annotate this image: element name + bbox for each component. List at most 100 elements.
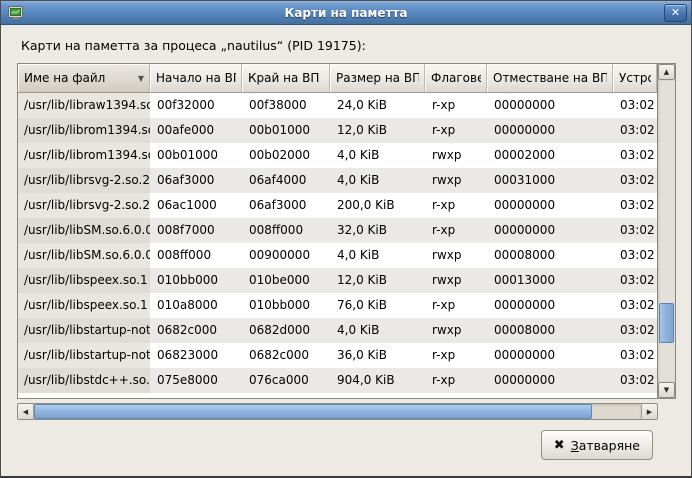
table-row[interactable]: /usr/lib/librom1394.so00b0100000b020004,… [18, 143, 657, 168]
table-cell: /usr/lib/librom1394.so [18, 143, 150, 168]
table-cell: 010be000 [242, 268, 330, 293]
table-cell: /usr/lib/libstdc++.so.6 [18, 368, 150, 393]
table-cell: r-xp [425, 218, 487, 243]
table-row[interactable]: /usr/lib/libstdc++.so.6075e8000076ca0009… [18, 368, 657, 393]
table-cell: 010a8000 [150, 293, 242, 318]
table-row[interactable]: /usr/lib/libspeex.so.1010bb000010be00012… [18, 268, 657, 293]
column-header-label: Флагове [431, 71, 481, 85]
table-cell: /usr/lib/libSM.so.6.0.0 [18, 218, 150, 243]
scroll-right-button[interactable]: ▶ [641, 404, 657, 419]
column-header-label: Край на ВП [248, 71, 324, 85]
table-cell: 36,0 KiB [330, 343, 425, 368]
table-cell: 00000000 [487, 93, 613, 118]
table-row[interactable]: /usr/lib/libSM.so.6.0.0008ff000009000004… [18, 243, 657, 268]
table-cell: /usr/lib/librom1394.so [18, 118, 150, 143]
table-cell: 03:02 [613, 93, 657, 118]
window-close-button[interactable]: ✕ [664, 4, 687, 22]
table-cell: 00000000 [487, 218, 613, 243]
table-cell: 00008000 [487, 243, 613, 268]
table-cell: rwxp [425, 318, 487, 343]
table-row[interactable]: /usr/lib/libstartup-not068230000682c0003… [18, 343, 657, 368]
scroll-up-button[interactable]: ▲ [658, 64, 675, 80]
table-cell: 4,0 KiB [330, 143, 425, 168]
close-icon: ✕ [671, 6, 680, 19]
table-row[interactable]: /usr/lib/libspeex.so.1010a8000010bb00076… [18, 293, 657, 318]
table-cell: 12,0 KiB [330, 268, 425, 293]
column-header-5[interactable]: Отместване на ВП [487, 64, 613, 93]
table-cell: r-xp [425, 368, 487, 393]
table-cell: /usr/lib/librsvg-2.so.2 [18, 168, 150, 193]
table-cell: 00000000 [487, 368, 613, 393]
column-header-label: Начало на ВП [156, 71, 236, 85]
table-cell: r-xp [425, 293, 487, 318]
table-cell: 00002000 [487, 143, 613, 168]
table-cell: 06ac1000 [150, 193, 242, 218]
table-cell: rwxp [425, 143, 487, 168]
window-title: Карти на паметта [1, 6, 691, 20]
memory-maps-table: Име на файл ▼ Начало на ВП Край на ВП Размер… [17, 63, 676, 399]
table-cell: 06823000 [150, 343, 242, 368]
vertical-scroll-track[interactable] [658, 80, 675, 382]
titlebar[interactable]: Карти на паметта ✕ [1, 1, 691, 25]
table-row[interactable]: /usr/lib/librom1394.so00afe00000b0100012… [18, 118, 657, 143]
memory-maps-treeview: Име на файл ▼ Начало на ВП Край на ВП Размер… [18, 64, 657, 398]
vertical-scrollbar[interactable]: ▲ ▼ [657, 64, 675, 398]
table-cell: /usr/lib/libspeex.so.1 [18, 268, 150, 293]
table-cell: /usr/lib/libSM.so.6.0.0 [18, 243, 150, 268]
table-cell: 00f38000 [242, 93, 330, 118]
table-cell: 32,0 KiB [330, 218, 425, 243]
table-cell: 00f32000 [150, 93, 242, 118]
table-cell: 00013000 [487, 268, 613, 293]
table-cell: /usr/lib/libraw1394.so [18, 93, 150, 118]
table-cell: 0682c000 [242, 343, 330, 368]
column-header-2[interactable]: Край на ВП [242, 64, 330, 93]
table-cell: rwxp [425, 243, 487, 268]
table-cell: 0682c000 [150, 318, 242, 343]
horizontal-scroll-thumb[interactable] [34, 404, 592, 419]
scroll-left-button[interactable]: ◀ [18, 404, 34, 419]
column-header-0[interactable]: Име на файл ▼ [18, 64, 150, 93]
table-cell: 010bb000 [242, 293, 330, 318]
table-cell: 03:02 [613, 368, 657, 393]
scroll-right-icon: ▶ [647, 408, 652, 416]
table-row[interactable]: /usr/lib/libstartup-not0682c0000682d0004… [18, 318, 657, 343]
sort-descending-icon: ▼ [138, 74, 144, 83]
table-cell: r-xp [425, 193, 487, 218]
table-cell: 03:02 [613, 168, 657, 193]
table-cell: 010bb000 [150, 268, 242, 293]
table-cell: 075e8000 [150, 368, 242, 393]
table-cell: /usr/lib/libstartup-not [18, 343, 150, 368]
table-cell: 03:02 [613, 193, 657, 218]
horizontal-scrollbar[interactable]: ◀ ▶ [17, 403, 658, 420]
close-x-icon: ✖ [554, 438, 565, 453]
table-cell: 76,0 KiB [330, 293, 425, 318]
table-cell: 008ff000 [150, 243, 242, 268]
column-header-1[interactable]: Начало на ВП [150, 64, 242, 93]
column-header-label: Име на файл [24, 71, 134, 85]
table-cell: 06af3000 [242, 193, 330, 218]
table-row[interactable]: /usr/lib/librsvg-2.so.206ac100006af30002… [18, 193, 657, 218]
column-header-label: Устройство [619, 71, 651, 85]
column-header-4[interactable]: Флагове [425, 64, 487, 93]
table-cell: 03:02 [613, 118, 657, 143]
close-button[interactable]: ✖ Затваряне [541, 430, 653, 460]
vertical-scroll-thumb[interactable] [659, 303, 674, 342]
column-header-3[interactable]: Размер на ВП [330, 64, 425, 93]
table-cell: 00b01000 [242, 118, 330, 143]
table-cell: 03:02 [613, 293, 657, 318]
table-cell: 03:02 [613, 318, 657, 343]
table-row[interactable]: /usr/lib/libSM.so.6.0.0008f7000008ff0003… [18, 218, 657, 243]
table-cell: /usr/lib/libspeex.so.1 [18, 293, 150, 318]
memory-maps-dialog: Карти на паметта ✕ Карти на паметта за п… [0, 0, 692, 478]
scroll-left-icon: ◀ [23, 408, 28, 416]
table-cell: 0682d000 [242, 318, 330, 343]
scroll-down-button[interactable]: ▼ [658, 382, 675, 398]
table-cell: 4,0 KiB [330, 168, 425, 193]
table-row[interactable]: /usr/lib/libraw1394.so00f3200000f3800024… [18, 93, 657, 118]
table-cell: 06af3000 [150, 168, 242, 193]
table-row[interactable]: /usr/lib/librsvg-2.so.206af300006af40004… [18, 168, 657, 193]
column-header-6[interactable]: Устройство [613, 64, 657, 93]
horizontal-scroll-track[interactable] [34, 404, 641, 419]
table-cell: 03:02 [613, 143, 657, 168]
table-cell: 00afe000 [150, 118, 242, 143]
